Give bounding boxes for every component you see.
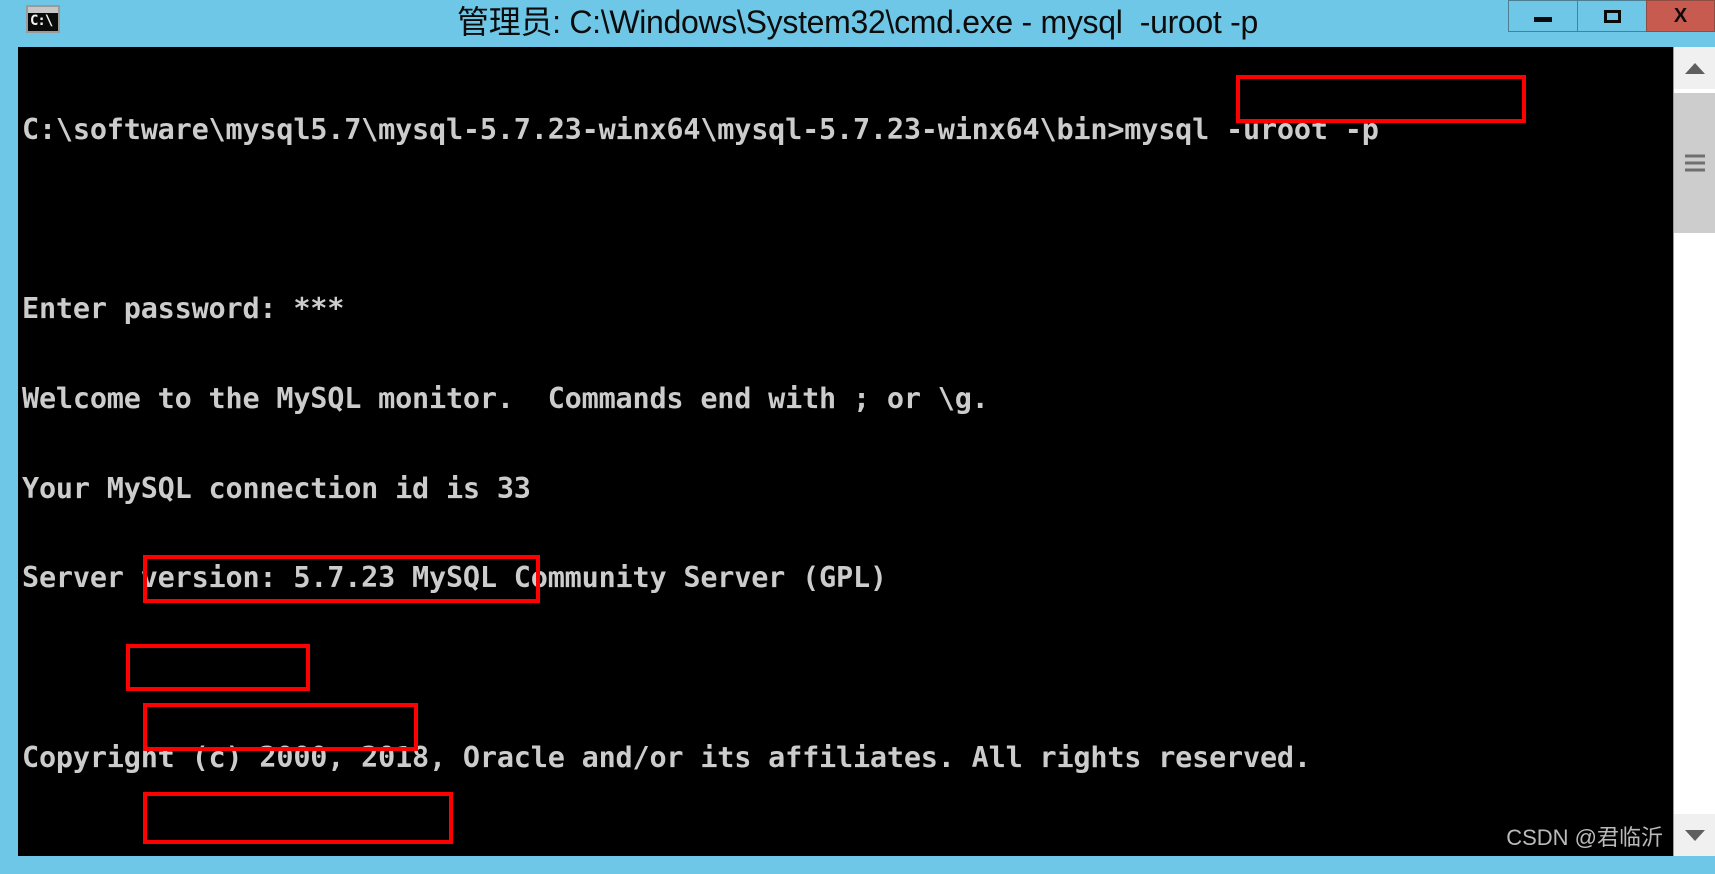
grip-icon [1684, 151, 1705, 176]
maximize-icon [1578, 1, 1646, 31]
console-text: C:\software\mysql5.7\mysql-5.7.23-winx64… [22, 55, 1379, 856]
console-output-area[interactable]: C:\software\mysql5.7\mysql-5.7.23-winx64… [18, 47, 1673, 856]
console-line: Your MySQL connection id is 33 [22, 471, 531, 505]
window-title: 管理员: C:\Windows\System32\cmd.exe - mysql… [457, 4, 1258, 40]
scroll-down-button[interactable] [1674, 814, 1715, 856]
maximize-button[interactable] [1577, 0, 1646, 32]
minimize-icon [1509, 1, 1577, 31]
close-icon: X [1673, 4, 1688, 27]
minimize-button[interactable] [1508, 0, 1577, 32]
window-controls: X [1508, 0, 1715, 32]
console-line: Server version: 5.7.23 MySQL Community S… [22, 561, 887, 595]
console-line: Welcome to the MySQL monitor. Commands e… [22, 381, 989, 415]
close-button[interactable]: X [1646, 0, 1715, 32]
scroll-up-button[interactable] [1674, 47, 1715, 89]
scrollbar-thumb[interactable] [1674, 93, 1715, 233]
console-line: Copyright (c) 2000, 2018, Oracle and/or … [22, 740, 1311, 774]
chevron-down-icon [1684, 829, 1705, 841]
title-bar[interactable]: C:\ 管理员: C:\Windows\System32\cmd.exe - m… [0, 0, 1715, 47]
console-line: C:\software\mysql5.7\mysql-5.7.23-winx64… [22, 112, 1379, 146]
console-line: Enter password: *** [22, 292, 345, 326]
chevron-up-icon [1684, 62, 1705, 74]
vertical-scrollbar[interactable] [1673, 47, 1715, 856]
window-bottom-frame [0, 856, 1715, 874]
watermark: CSDN @君临沂 [1506, 825, 1663, 850]
cmd-window: C:\ 管理员: C:\Windows\System32\cmd.exe - m… [0, 0, 1715, 874]
